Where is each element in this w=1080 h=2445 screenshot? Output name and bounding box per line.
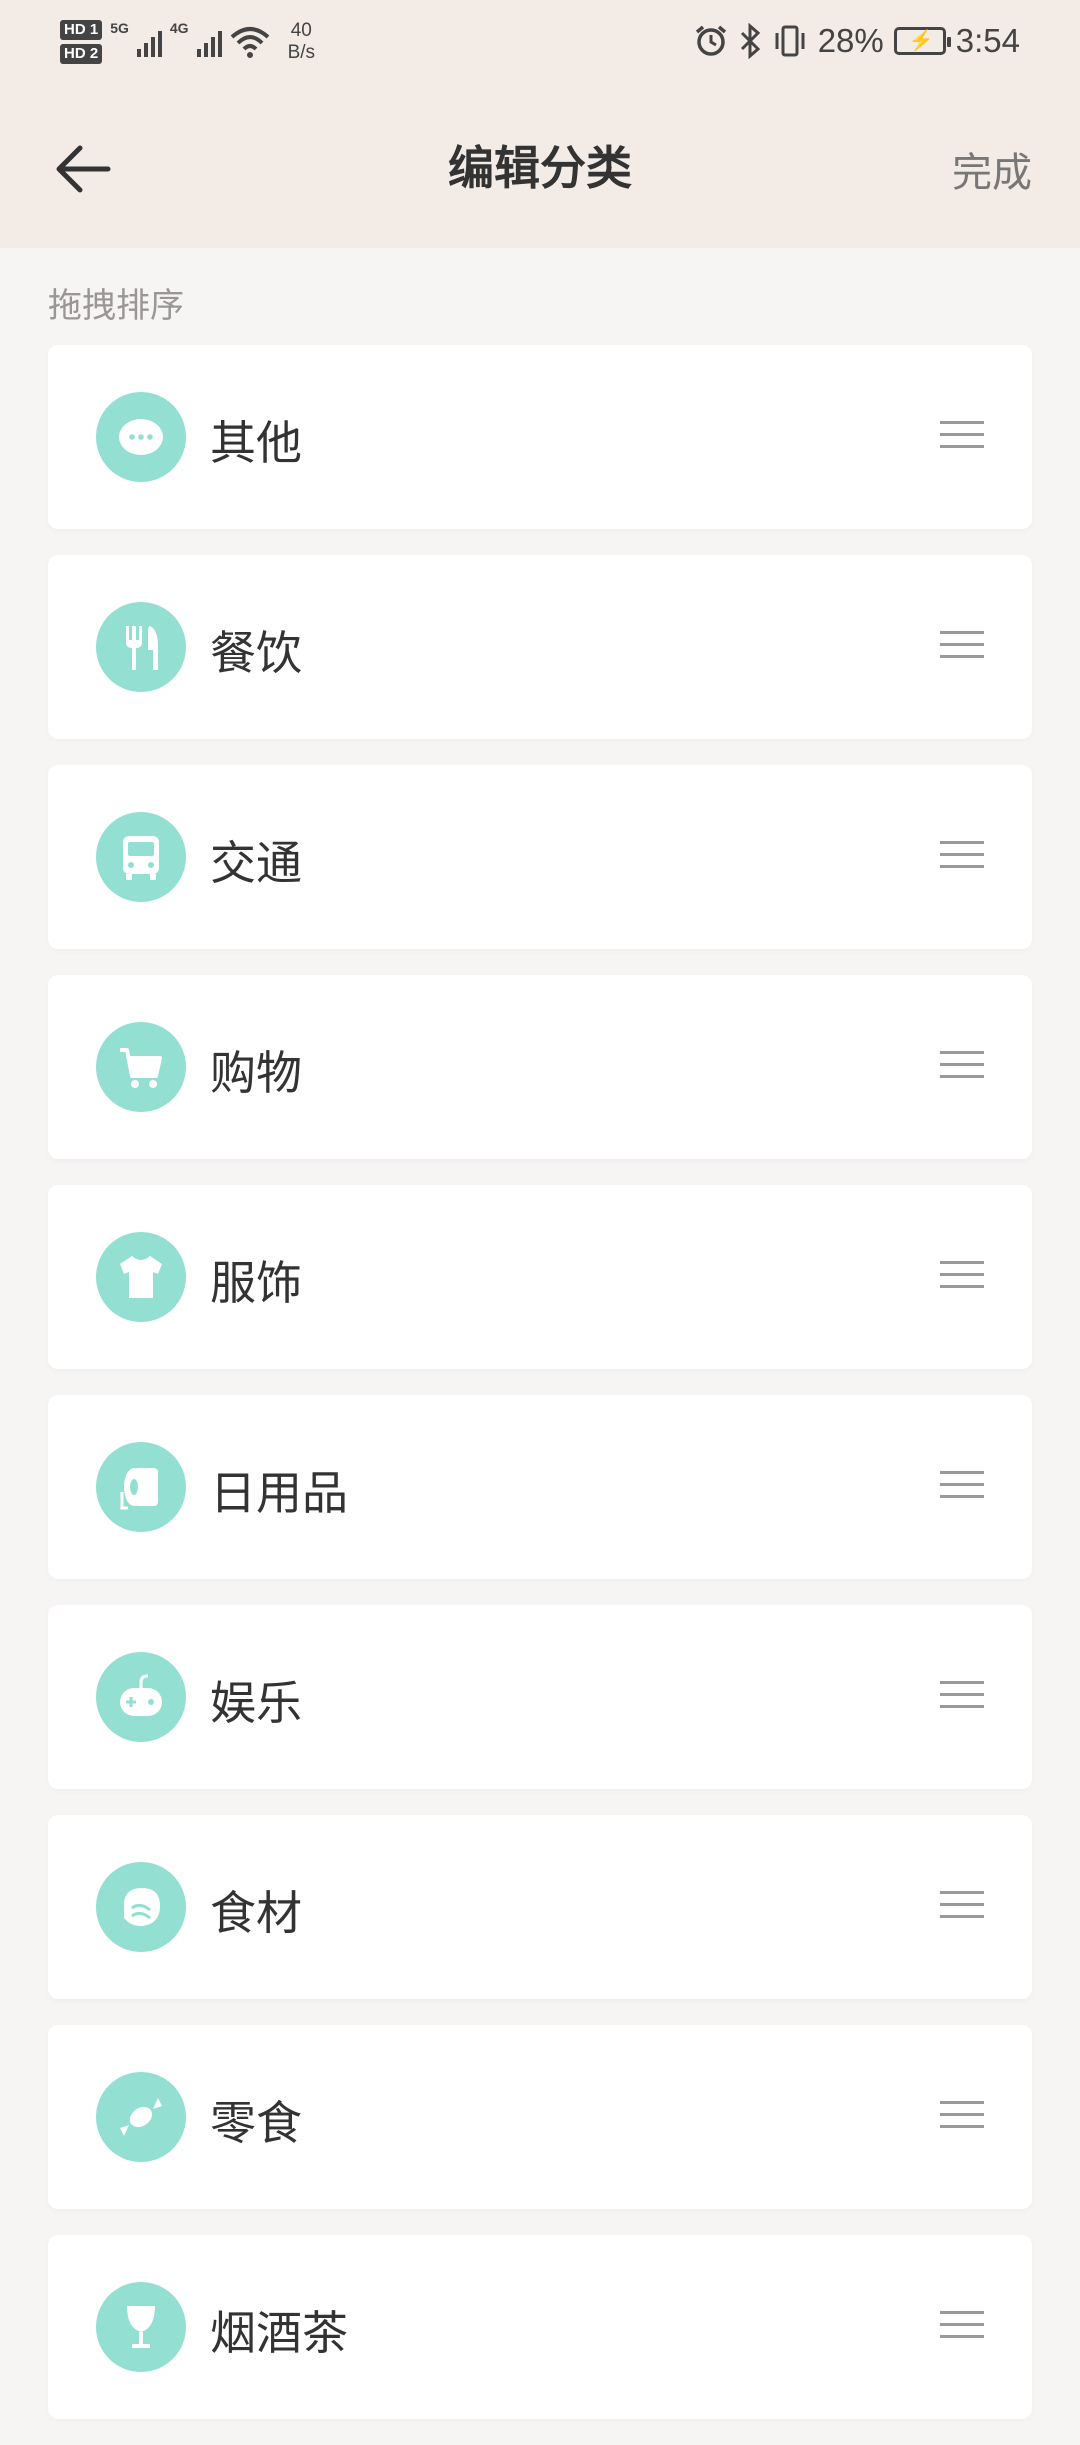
status-bar: HD 1 HD 2 5G 4G 40 B/s 28% ⚡ 3:54 [0, 0, 1080, 82]
more-dots-icon [96, 392, 186, 482]
category-label: 餐饮 [210, 626, 302, 680]
category-label: 其他 [210, 416, 302, 470]
wifi-icon [230, 27, 269, 58]
drag-handle-icon[interactable] [940, 1261, 984, 1293]
drag-handle-icon[interactable] [940, 841, 984, 873]
drag-handle-icon[interactable] [940, 631, 984, 663]
signal-icon [196, 27, 222, 57]
candy-icon [96, 2072, 186, 2162]
sim-indicators: HD 1 HD 2 [60, 20, 103, 64]
drag-handle-icon[interactable] [940, 2311, 984, 2343]
bluetooth-icon [740, 23, 760, 59]
vibrate-icon [775, 25, 805, 57]
category-item-clothing[interactable]: 服饰 [48, 1185, 1032, 1369]
drag-handle-icon[interactable] [940, 421, 984, 453]
status-right: 28% ⚡ 3:54 [694, 16, 1020, 66]
meat-icon [96, 1862, 186, 1952]
status-left: HD 1 HD 2 5G 4G 40 B/s [60, 12, 315, 72]
done-button[interactable]: 完成 [952, 140, 1032, 198]
section-label: 拖拽排序 [48, 286, 184, 326]
speed-value: 40 [290, 20, 312, 41]
category-list: 其他 餐饮 交通 购物 服饰 日用品 娱乐 食材 零食 烟酒茶 [48, 345, 1032, 2445]
category-label: 购物 [210, 1046, 302, 1100]
tshirt-icon [96, 1232, 186, 1322]
category-item-shopping[interactable]: 购物 [48, 975, 1032, 1159]
category-label: 食材 [210, 1886, 302, 1940]
drag-handle-icon[interactable] [940, 1681, 984, 1713]
category-item-entertainment[interactable]: 娱乐 [48, 1605, 1032, 1789]
toilet-paper-icon [96, 1442, 186, 1532]
signal-icon [136, 27, 162, 57]
category-item-dining[interactable]: 餐饮 [48, 555, 1032, 739]
network-speed: 40 B/s [288, 20, 315, 64]
category-label: 交通 [210, 836, 302, 890]
clock: 3:54 [955, 22, 1020, 59]
category-label: 烟酒茶 [210, 2306, 348, 2360]
drag-handle-icon[interactable] [940, 1891, 984, 1923]
alarm-icon [695, 25, 726, 56]
network-type-2: 4G [169, 20, 189, 36]
drag-handle-icon[interactable] [940, 1471, 984, 1503]
wine-glass-icon [96, 2282, 186, 2372]
bus-icon [96, 812, 186, 902]
sim1-badge: HD 1 [60, 20, 103, 40]
category-item-transport[interactable]: 交通 [48, 765, 1032, 949]
battery-icon: ⚡ [893, 27, 951, 55]
network-type-1: 5G [110, 20, 129, 36]
category-item-snacks[interactable]: 零食 [48, 2025, 1032, 2209]
category-label: 娱乐 [210, 1676, 302, 1730]
drag-handle-icon[interactable] [940, 1051, 984, 1083]
gamepad-icon [96, 1652, 186, 1742]
shopping-cart-icon [96, 1022, 186, 1112]
category-item-other[interactable]: 其他 [48, 345, 1032, 529]
category-label: 日用品 [210, 1466, 348, 1520]
top-app-bar: 编辑分类 完成 [0, 82, 1080, 248]
fork-knife-icon [96, 602, 186, 692]
category-item-tobacco-alcohol-tea[interactable]: 烟酒茶 [48, 2235, 1032, 2419]
battery-percent: 28% [817, 22, 884, 59]
category-item-ingredients[interactable]: 食材 [48, 1815, 1032, 1999]
sim2-badge: HD 2 [60, 44, 103, 64]
page-title: 编辑分类 [448, 141, 632, 195]
speed-unit: B/s [287, 42, 316, 63]
drag-handle-icon[interactable] [940, 2101, 984, 2133]
category-item-daily-goods[interactable]: 日用品 [48, 1395, 1032, 1579]
category-label: 服饰 [210, 1256, 302, 1310]
category-label: 零食 [210, 2096, 302, 2150]
